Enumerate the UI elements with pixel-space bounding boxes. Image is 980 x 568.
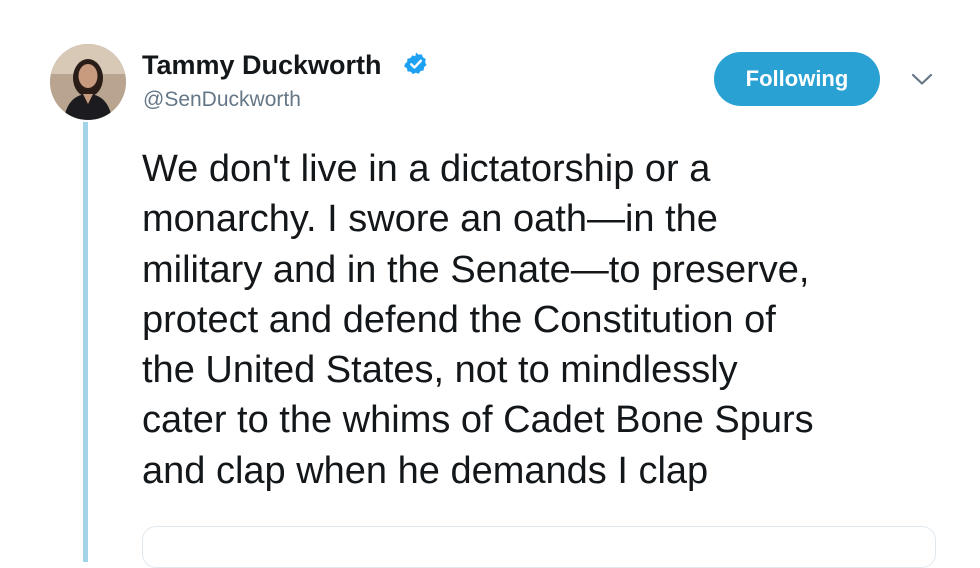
link-card-preview[interactable] — [142, 526, 936, 568]
tweet-text-line: cater to the whims of Cadet Bone Spurs — [142, 399, 814, 442]
profile-photo-icon — [50, 44, 126, 120]
avatar[interactable] — [50, 44, 126, 120]
tweet-text: We don't live in a dictatorship or a mon… — [142, 144, 962, 496]
tweet-text-line: the United States, not to mindlessly — [142, 349, 738, 392]
thread-line — [83, 122, 88, 562]
author-display-name[interactable]: Tammy Duckworth — [142, 50, 382, 80]
tweet-text-line: monarchy. I swore an oath—in the — [142, 198, 718, 241]
tweet-text-line: We don't live in a dictatorship or a — [142, 148, 711, 190]
chevron-down-icon[interactable] — [908, 68, 936, 90]
following-button[interactable]: Following — [714, 52, 880, 106]
tweet-text-line: protect and defend the Constitution of — [142, 298, 776, 341]
tweet-text-line: military and in the Senate—to preserve, — [142, 248, 810, 291]
verified-badge-icon — [404, 52, 427, 75]
author-handle[interactable]: @SenDuckworth — [143, 87, 301, 113]
tweet-text-line: and clap when he demands I clap — [142, 449, 709, 492]
